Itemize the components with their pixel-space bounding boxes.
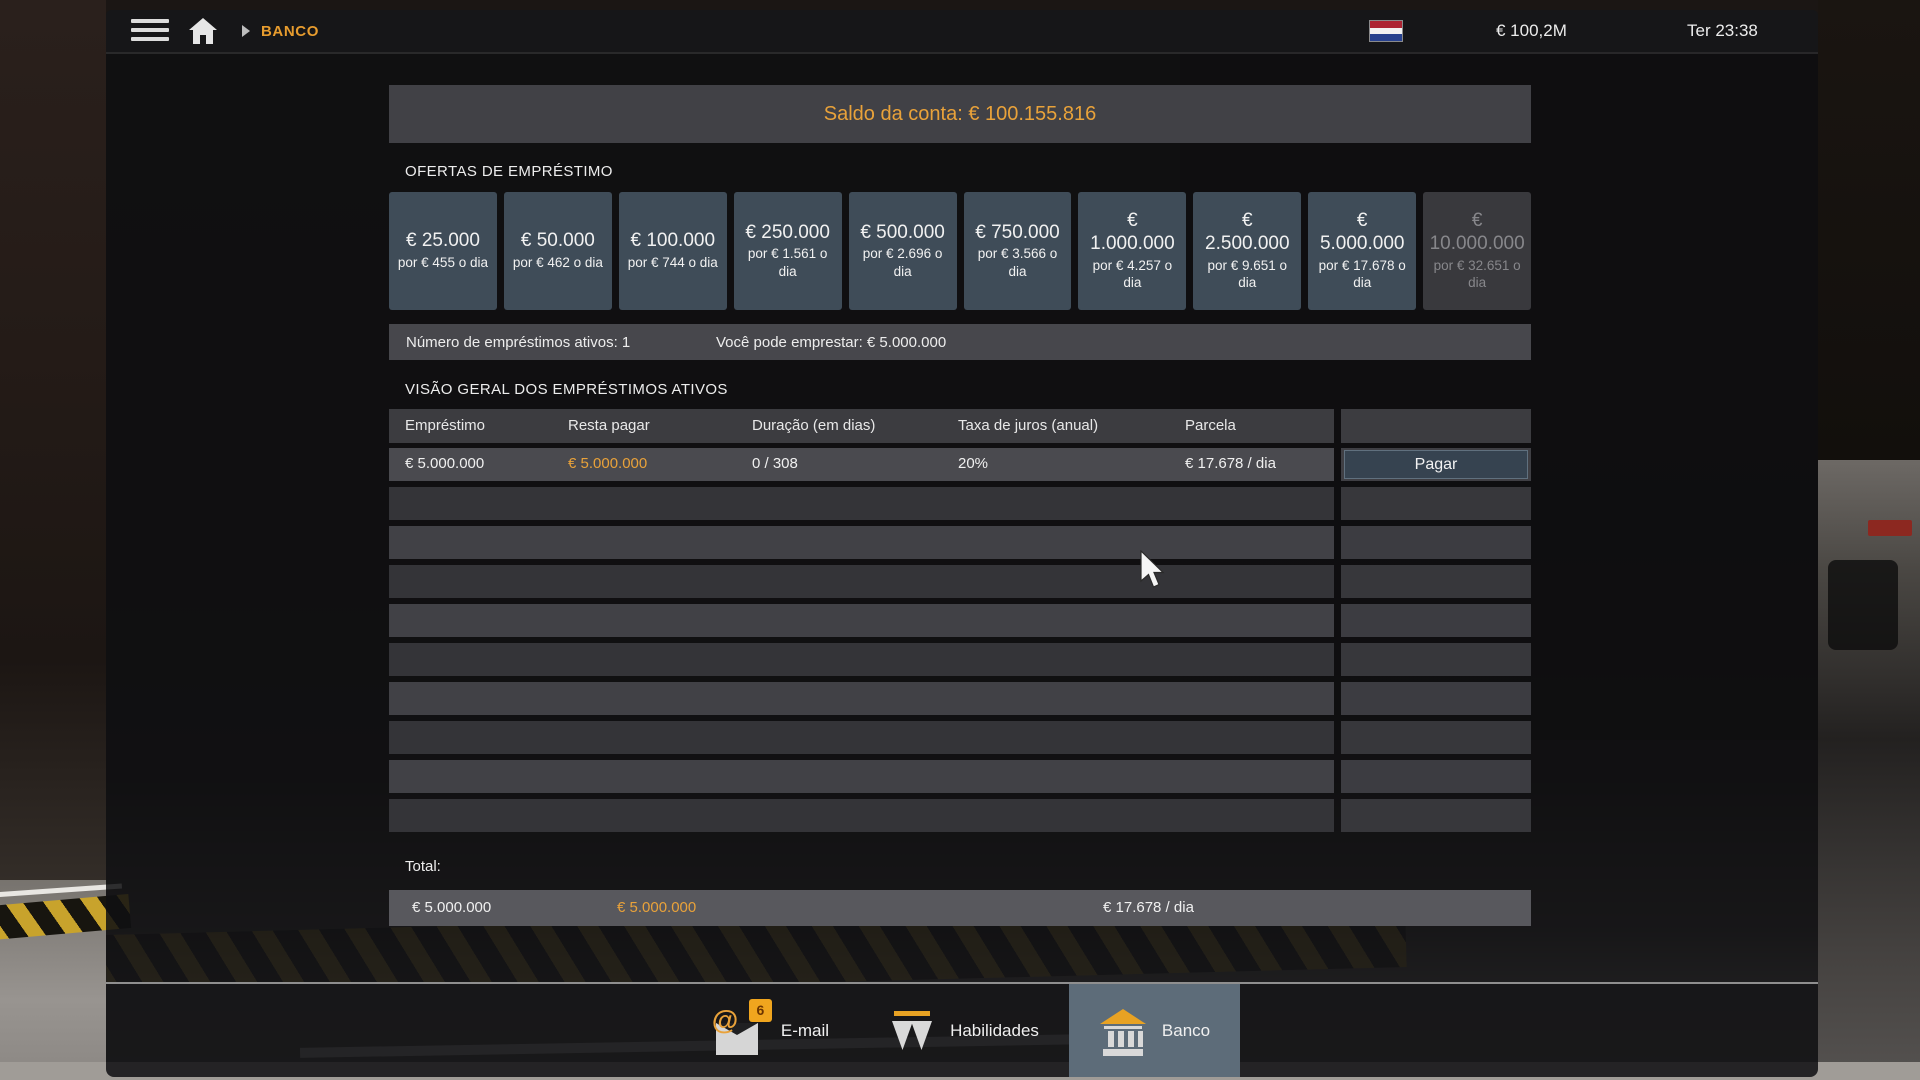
loan-offer-card[interactable]: € 50.000por € 462 o dia <box>504 192 612 310</box>
loan-remaining: € 5.000.000 <box>568 455 647 472</box>
email-icon: @ 6 <box>714 1003 766 1059</box>
offer-amount: € 50.000 <box>521 230 595 253</box>
col-loan: Empréstimo <box>405 417 485 434</box>
offer-amount: € 750.000 <box>975 222 1060 245</box>
menu-icon[interactable] <box>131 19 169 43</box>
offer-rate: por € 17.678 o dia <box>1314 257 1410 292</box>
offer-amount: € 500.000 <box>860 222 945 245</box>
netherlands-flag-icon <box>1369 20 1403 42</box>
offer-amount: € 10.000.000 <box>1429 210 1525 256</box>
loan-status-bar: Número de empréstimos ativos: 1 Você pod… <box>389 324 1531 360</box>
loan-table-empty-row <box>389 760 1531 793</box>
offer-rate: por € 32.651 o dia <box>1429 257 1525 292</box>
loan-offer-card[interactable]: € 5.000.000por € 17.678 o dia <box>1308 192 1416 310</box>
loan-offer-card[interactable]: € 25.000por € 455 o dia <box>389 192 497 310</box>
loan-offer-card[interactable]: € 750.000por € 3.566 o dia <box>964 192 1072 310</box>
active-loans-count: Número de empréstimos ativos: 1 <box>406 334 630 351</box>
loan-table-empty-row <box>389 682 1531 715</box>
bottom-tab-bar: @ 6 E-mail Habilidades <box>106 984 1818 1077</box>
loan-offer-card[interactable]: € 1.000.000por € 4.257 o dia <box>1078 192 1186 310</box>
total-label: Total: <box>405 858 441 875</box>
offer-rate: por € 3.566 o dia <box>970 245 1066 280</box>
email-unread-badge: 6 <box>749 999 772 1022</box>
offer-amount: € 1.000.000 <box>1084 210 1180 256</box>
col-duration: Duração (em dias) <box>752 417 875 434</box>
player-money: € 100,2M <box>1496 21 1567 41</box>
tab-bank[interactable]: Banco <box>1069 984 1240 1077</box>
loan-duration: 0 / 308 <box>752 455 798 472</box>
tab-email[interactable]: @ 6 E-mail <box>684 984 859 1077</box>
page: BANCO € 100,2M Ter 23:38 Saldo da conta:… <box>0 0 1920 1080</box>
active-loans-title: VISÃO GERAL DOS EMPRÉSTIMOS ATIVOS <box>405 381 728 398</box>
offer-amount: € 5.000.000 <box>1314 210 1410 256</box>
offer-rate: por € 744 o dia <box>628 254 718 272</box>
loan-table-empty-row <box>389 526 1531 559</box>
col-installment: Parcela <box>1185 417 1236 434</box>
offer-rate: por € 9.651 o dia <box>1199 257 1295 292</box>
account-balance-text: Saldo da conta: € 100.155.816 <box>824 103 1096 126</box>
loan-offers-row: € 25.000por € 455 o dia€ 50.000por € 462… <box>389 192 1531 310</box>
offer-amount: € 250.000 <box>745 222 830 245</box>
loan-table-empty-row <box>389 799 1531 832</box>
at-symbol-icon: @ <box>712 1005 738 1036</box>
game-time: Ter 23:38 <box>1687 21 1758 41</box>
offer-amount: € 25.000 <box>406 230 480 253</box>
col-interest: Taxa de juros (anual) <box>958 417 1098 434</box>
breadcrumb-chevron-icon <box>242 25 250 37</box>
total-row: € 5.000.000 € 5.000.000 € 17.678 / dia <box>389 890 1531 926</box>
loan-table-empty-row <box>389 565 1531 598</box>
loan-table-empty-row <box>389 643 1531 676</box>
offer-rate: por € 4.257 o dia <box>1084 257 1180 292</box>
loan-row: € 5.000.000 € 5.000.000 0 / 308 20% € 17… <box>389 448 1531 481</box>
tab-skills[interactable]: Habilidades <box>859 984 1069 1077</box>
offer-rate: por € 455 o dia <box>398 254 488 272</box>
loan-interest: 20% <box>958 455 988 472</box>
bank-panel: Saldo da conta: € 100.155.816 OFERTAS DE… <box>106 52 1818 982</box>
col-remaining: Resta pagar <box>568 417 650 434</box>
offer-rate: por € 1.561 o dia <box>740 245 836 280</box>
loan-table-empty-row <box>389 721 1531 754</box>
loan-table-header-action-cell <box>1341 409 1531 443</box>
offer-rate: por € 462 o dia <box>513 254 603 272</box>
offer-amount: € 2.500.000 <box>1199 210 1295 256</box>
loan-offers-title: OFERTAS DE EMPRÉSTIMO <box>405 163 613 180</box>
total-loan: € 5.000.000 <box>412 899 491 916</box>
account-balance-bar: Saldo da conta: € 100.155.816 <box>389 85 1531 143</box>
loan-table-empty-row <box>389 487 1531 520</box>
total-installment: € 17.678 / dia <box>1103 899 1194 916</box>
loan-offer-card: € 10.000.000por € 32.651 o dia <box>1423 192 1531 310</box>
home-icon[interactable] <box>188 17 218 50</box>
loan-offer-card[interactable]: € 100.000por € 744 o dia <box>619 192 727 310</box>
loan-offer-card[interactable]: € 2.500.000por € 9.651 o dia <box>1193 192 1301 310</box>
offer-rate: por € 2.696 o dia <box>855 245 951 280</box>
loan-installment: € 17.678 / dia <box>1185 455 1276 472</box>
loan-offer-card[interactable]: € 500.000por € 2.696 o dia <box>849 192 957 310</box>
bank-icon <box>1099 1003 1147 1059</box>
borrow-capacity: Você pode emprestar: € 5.000.000 <box>716 334 946 351</box>
loan-offer-card[interactable]: € 250.000por € 1.561 o dia <box>734 192 842 310</box>
panel-separator <box>106 982 1818 984</box>
loan-amount: € 5.000.000 <box>405 455 484 472</box>
top-bar: BANCO € 100,2M Ter 23:38 <box>106 10 1818 52</box>
breadcrumb[interactable]: BANCO <box>261 23 319 40</box>
mouse-cursor <box>1140 550 1166 590</box>
skills-icon <box>889 1003 935 1059</box>
pay-button[interactable]: Pagar <box>1344 450 1528 479</box>
offer-amount: € 100.000 <box>631 230 716 253</box>
loan-table-header: Empréstimo Resta pagar Duração (em dias)… <box>389 409 1531 443</box>
loan-table-empty-row <box>389 604 1531 637</box>
total-remaining: € 5.000.000 <box>617 899 696 916</box>
